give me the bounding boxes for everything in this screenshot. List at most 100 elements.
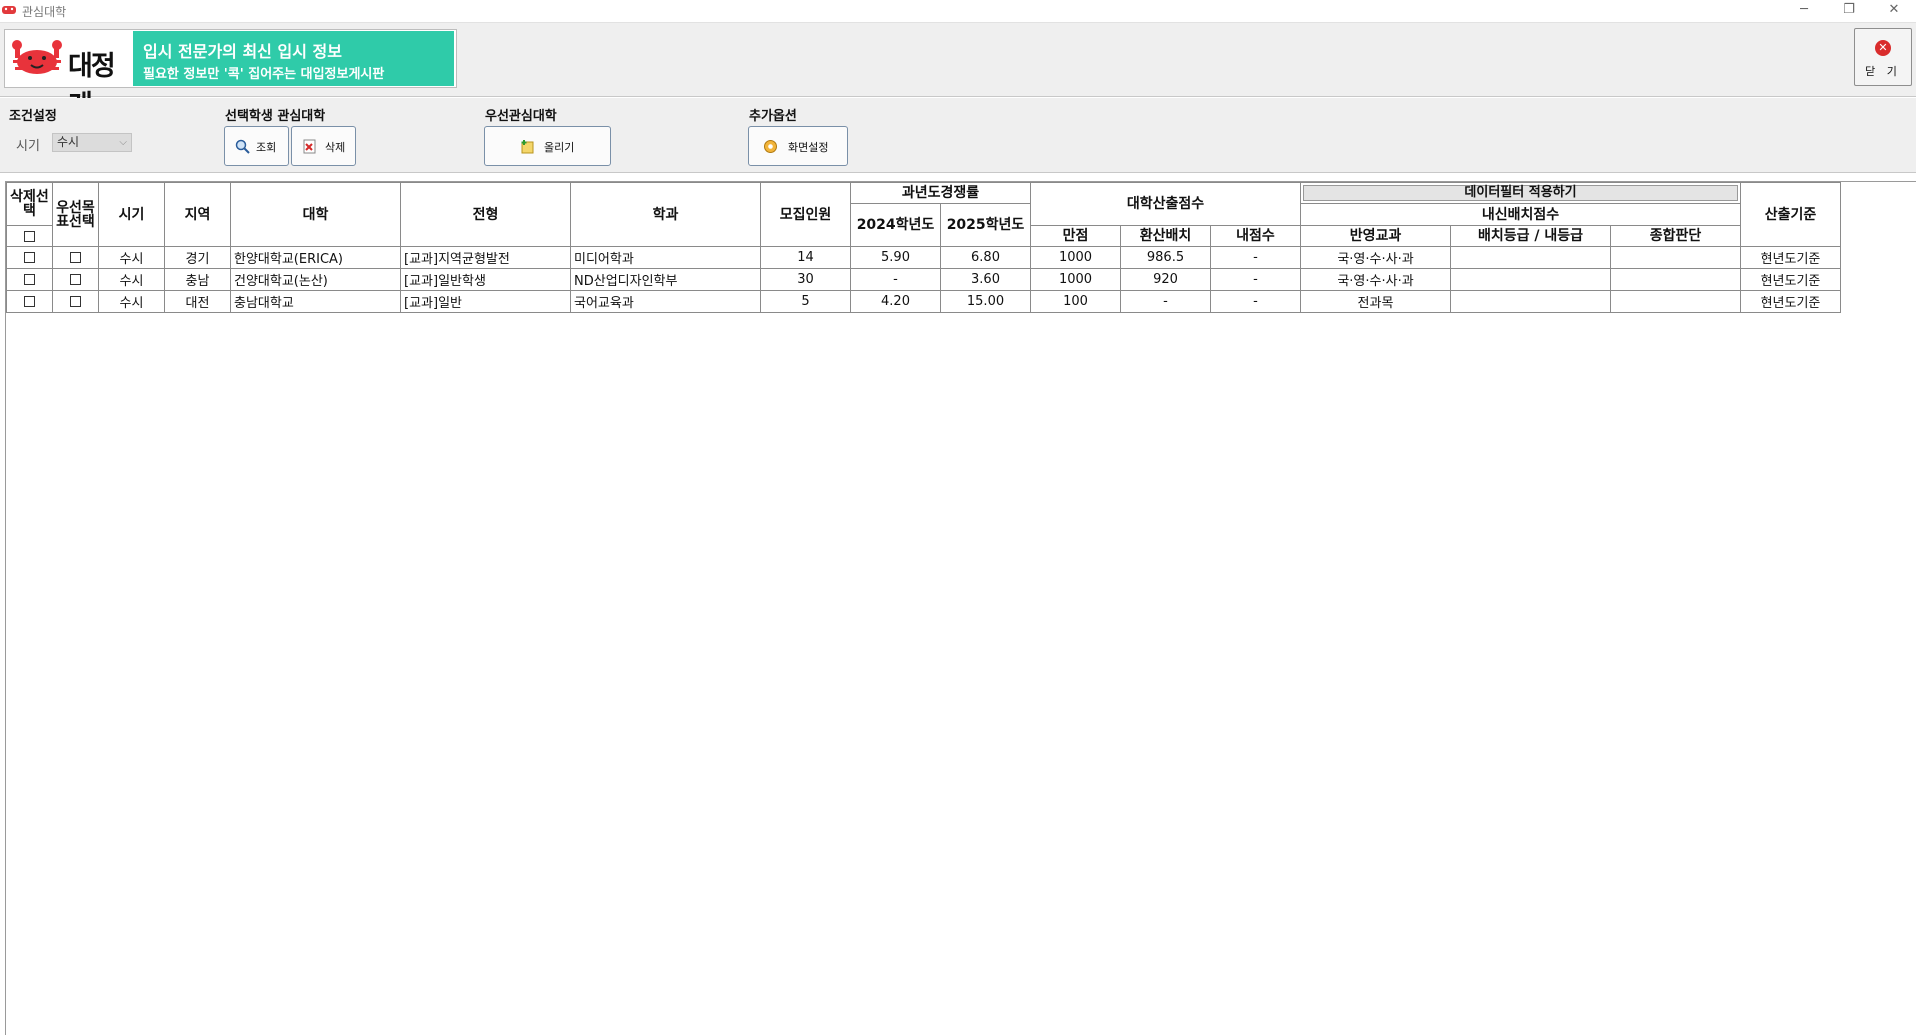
cell-region: 충남 <box>164 268 231 291</box>
header-gpa-placement: 내신배치점수 <box>1300 203 1741 226</box>
screen-setting-button[interactable]: 화면설정 <box>748 126 848 166</box>
header-region: 지역 <box>164 182 231 247</box>
banner-message: 입시 전문가의 최신 입시 정보 필요한 정보만 '콕' 집어주는 대입정보게시… <box>133 31 454 86</box>
header-calc-basis: 산출기준 <box>1740 182 1841 247</box>
cell-rate-2024: 4.20 <box>850 290 941 313</box>
header-univ-score: 대학산출점수 <box>1030 182 1301 226</box>
delete-checkbox-cell <box>6 268 53 291</box>
cell-converted: 920 <box>1120 268 1211 291</box>
header-priority-select: 우선목표선택 <box>52 182 99 247</box>
delete-checkbox[interactable] <box>24 296 35 307</box>
period-label: 시기 <box>16 139 40 154</box>
cell-period: 수시 <box>98 268 165 291</box>
cell-admission-type: [교과]일반학생 <box>400 268 571 291</box>
priority-section-title: 우선관심대학 <box>485 109 557 124</box>
close-button-label: 닫 기 <box>1865 65 1901 78</box>
extra-option-section-title: 추가옵션 <box>749 109 797 124</box>
delete-checkbox-cell <box>6 290 53 313</box>
cell-full-score: 1000 <box>1030 268 1121 291</box>
header-full-score: 만점 <box>1030 225 1121 247</box>
cell-converted: 986.5 <box>1120 246 1211 269</box>
cell-period: 수시 <box>98 246 165 269</box>
cell-internal-score: - <box>1210 290 1301 313</box>
delete-checkbox[interactable] <box>24 274 35 285</box>
cell-rate-2024: 5.90 <box>850 246 941 269</box>
delete-icon <box>302 139 317 154</box>
priority-checkbox-cell <box>52 268 99 291</box>
interest-university-grid: 삭제선택 우선목표선택 시기 지역 대학 전형 학과 모집인원 과년도경쟁률 대… <box>5 181 1916 1035</box>
cell-basis: 현년도기준 <box>1740 246 1841 269</box>
selected-student-section-title: 선택학생 관심대학 <box>225 109 326 124</box>
priority-checkbox[interactable] <box>70 296 81 307</box>
period-select[interactable]: 수시 ⌵ <box>52 133 132 152</box>
header-select-all-cell <box>6 225 53 247</box>
delete-checkbox[interactable] <box>24 252 35 263</box>
period-value: 수시 <box>57 135 80 149</box>
cell-recruit: 5 <box>760 290 851 313</box>
chevron-down-icon: ⌵ <box>119 137 127 148</box>
cell-rate-2025: 3.60 <box>940 268 1031 291</box>
delete-button[interactable]: 삭제 <box>291 126 356 166</box>
cell-rate-2024: - <box>850 268 941 291</box>
gear-icon <box>763 139 778 154</box>
minimize-button[interactable]: ─ <box>1781 0 1827 22</box>
header-university: 대학 <box>230 182 401 247</box>
app-icon <box>2 6 16 14</box>
priority-checkbox[interactable] <box>70 252 81 263</box>
header-period: 시기 <box>98 182 165 247</box>
table-row[interactable]: 수시 경기 한양대학교(ERICA) [교과]지역균형발전 미디어학과 14 5… <box>6 246 1841 269</box>
header-placement-grade: 배치등급 / 내등급 <box>1450 225 1611 247</box>
header-delete-select: 삭제선택 <box>6 182 53 226</box>
cell-overall <box>1610 268 1741 291</box>
cell-rate-2025: 15.00 <box>940 290 1031 313</box>
header-reflected-subjects: 반영교과 <box>1300 225 1451 247</box>
cell-university: 충남대학교 <box>230 290 401 313</box>
priority-checkbox[interactable] <box>70 274 81 285</box>
header-2025: 2025학년도 <box>940 203 1031 247</box>
select-all-checkbox[interactable] <box>24 230 35 242</box>
university-table: 삭제선택 우선목표선택 시기 지역 대학 전형 학과 모집인원 과년도경쟁률 대… <box>6 182 1841 313</box>
cell-grade <box>1450 290 1611 313</box>
header-converted: 환산배치 <box>1120 225 1211 247</box>
cell-region: 대전 <box>164 290 231 313</box>
cell-converted: - <box>1120 290 1211 313</box>
cell-grade <box>1450 268 1611 291</box>
logo: 대정게 <box>11 34 136 121</box>
close-circle-icon: ✕ <box>1875 40 1891 56</box>
cell-full-score: 1000 <box>1030 246 1121 269</box>
cell-recruit: 14 <box>760 246 851 269</box>
cell-department: 미디어학과 <box>570 246 761 269</box>
cell-recruit: 30 <box>760 268 851 291</box>
cell-full-score: 100 <box>1030 290 1121 313</box>
banner-headline: 입시 전문가의 최신 입시 정보 <box>143 42 342 61</box>
header-department: 학과 <box>570 182 761 247</box>
promo-banner[interactable]: 대정게 입시 전문가의 최신 입시 정보 필요한 정보만 '콕' 집어주는 대입… <box>4 29 457 121</box>
magnifier-icon <box>235 139 250 154</box>
add-note-icon <box>520 139 535 154</box>
priority-checkbox-cell <box>52 246 99 269</box>
window-close-button[interactable]: ✕ <box>1871 0 1916 22</box>
cell-subjects: 국·영·수·사·과 <box>1300 246 1451 269</box>
toolbar: 조건설정 시기 수시 ⌵ 선택학생 관심대학 조회 삭제 우선관심대학 올리기 … <box>0 98 1916 173</box>
data-filter-button[interactable]: 데이터필터 적용하기 <box>1303 185 1738 201</box>
delete-checkbox-cell <box>6 246 53 269</box>
crab-icon <box>12 40 62 74</box>
cell-basis: 현년도기준 <box>1740 268 1841 291</box>
cell-university: 건양대학교(논산) <box>230 268 401 291</box>
cell-admission-type: [교과]일반 <box>400 290 571 313</box>
cell-university: 한양대학교(ERICA) <box>230 246 401 269</box>
table-row[interactable]: 수시 대전 충남대학교 [교과]일반 국어교육과 5 4.20 15.00 10… <box>6 290 1841 313</box>
cell-grade <box>1450 246 1611 269</box>
cell-basis: 현년도기준 <box>1740 290 1841 313</box>
header-admission-type: 전형 <box>400 182 571 247</box>
cell-department: 국어교육과 <box>570 290 761 313</box>
search-button[interactable]: 조회 <box>224 126 289 166</box>
table-row[interactable]: 수시 충남 건양대학교(논산) [교과]일반학생 ND산업디자인학부 30 - … <box>6 268 1841 291</box>
upload-button[interactable]: 올리기 <box>484 126 611 166</box>
close-button[interactable]: ✕ 닫 기 <box>1854 28 1912 86</box>
search-button-label: 조회 <box>256 141 277 154</box>
cell-internal-score: - <box>1210 246 1301 269</box>
header-2024: 2024학년도 <box>850 203 941 247</box>
restore-button[interactable]: ❐ <box>1826 0 1872 22</box>
header-recruit: 모집인원 <box>760 182 851 247</box>
